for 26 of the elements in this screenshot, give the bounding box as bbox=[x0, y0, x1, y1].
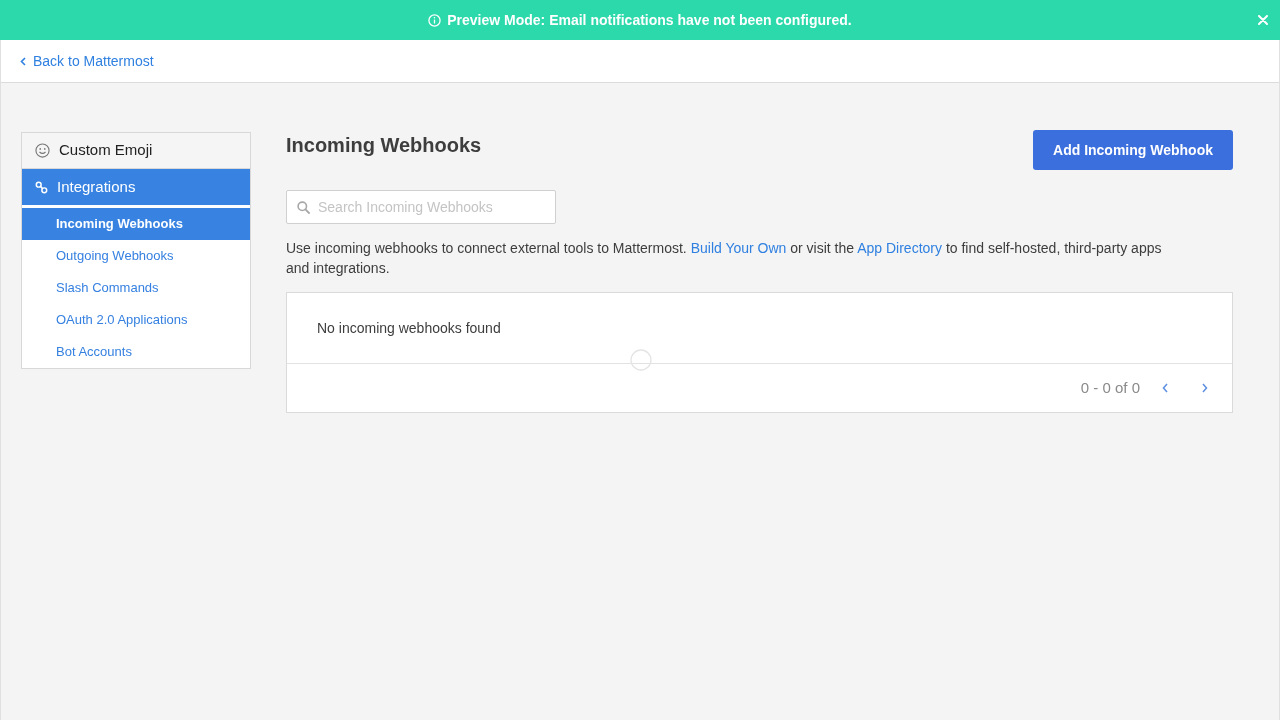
close-button[interactable] bbox=[1256, 13, 1270, 27]
inline-link[interactable]: Build Your Own bbox=[690, 240, 787, 256]
pagination-count: 0 - 0 of 0 bbox=[1080, 377, 1140, 398]
sidebar-item[interactable]: Slash Commands bbox=[22, 272, 250, 304]
sidebar-item[interactable]: Bot Accounts bbox=[22, 336, 250, 368]
banner-message: Preview Mode: Email notifications have not been configured. bbox=[447, 10, 852, 30]
empty-message: No incoming webhooks found bbox=[317, 318, 501, 338]
sidebar-section[interactable]: Integrations bbox=[22, 169, 250, 205]
close-icon bbox=[1258, 15, 1268, 25]
sidebar-item[interactable]: Incoming Webhooks bbox=[22, 208, 250, 240]
search-field[interactable]: Search Incoming Webhooks bbox=[286, 190, 556, 224]
info-icon bbox=[428, 13, 442, 27]
chevron-right-icon bbox=[1202, 383, 1208, 393]
chevron-left-icon bbox=[20, 56, 26, 66]
add-webhook-button[interactable]: Add Incoming Webhook bbox=[1033, 130, 1233, 170]
sidebar-section[interactable]: Custom Emoji bbox=[22, 133, 250, 169]
page-title: Incoming Webhooks bbox=[286, 133, 482, 158]
link-icon bbox=[35, 180, 48, 194]
back-link[interactable]: Back to Mattermost bbox=[20, 50, 154, 72]
description-text: Use incoming webhooks to connect external tools to Mattermost. Build Your Own or visit the App Directory to find self-hosted, third-party apps and integrations. bbox=[286, 239, 1163, 278]
smiley-icon bbox=[35, 143, 50, 158]
chevron-left-icon bbox=[1162, 383, 1168, 393]
sidebar-item[interactable]: OAuth 2.0 Applications bbox=[22, 304, 250, 336]
sidebar-item[interactable]: Outgoing Webhooks bbox=[22, 240, 250, 272]
search-icon bbox=[297, 201, 310, 214]
inline-link[interactable]: App Directory bbox=[857, 240, 942, 256]
